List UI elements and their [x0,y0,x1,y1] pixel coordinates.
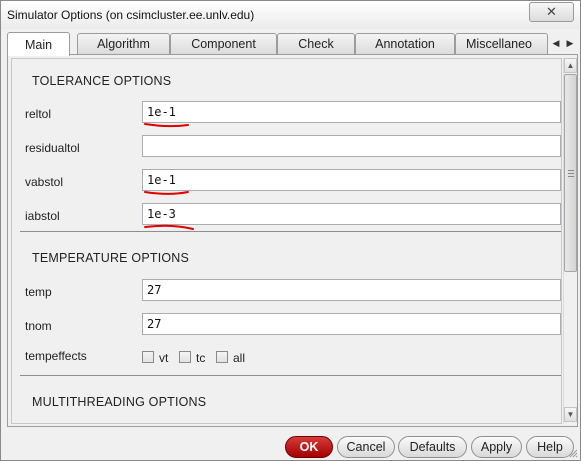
temp-label: temp [25,285,52,299]
simulator-options-dialog: Simulator Options (on csimcluster.ee.unl… [0,0,581,461]
iabstol-field[interactable]: 1e-3 [142,203,561,230]
apply-button[interactable]: Apply [471,436,522,458]
tnom-field[interactable]: 27 [142,313,561,335]
window-title: Simulator Options (on csimcluster.ee.unl… [7,8,255,22]
tab-main[interactable]: Main [7,32,70,56]
reltol-value: 1e-1 [147,105,176,119]
tnom-label: tnom [25,319,52,333]
tab-algorithm[interactable]: Algorithm [77,33,170,54]
vt-checkbox[interactable] [142,351,154,363]
cancel-button[interactable]: Cancel [337,436,395,458]
scrollbar-thumb[interactable] [564,74,577,272]
vt-label: vt [159,351,169,365]
scroll-up-icon[interactable]: ▲ [564,58,577,73]
reltol-label: reltol [25,107,52,121]
resize-grip-icon[interactable] [568,448,578,458]
residualtol-label: residualtol [25,141,80,155]
tab-bar: Main Algorithm Component Check Annotatio… [7,32,578,56]
options-scroll-area[interactable]: TOLERANCE OPTIONS reltol 1e-1 residualto… [11,58,562,424]
section-divider [20,231,561,232]
all-checkbox[interactable] [216,351,228,363]
tab-miscellaneous[interactable]: Miscellaneo [455,33,548,54]
temp-field[interactable]: 27 [142,279,561,301]
close-button[interactable]: ✕ [529,2,574,22]
vertical-scrollbar[interactable]: ▲ ▼ [563,58,577,424]
residualtol-field[interactable] [142,135,561,157]
tab-scroll-right-icon[interactable]: ▶ [565,35,575,51]
vabstol-red-underline [144,191,189,195]
thumb-grip-line [568,176,574,177]
reltol-field[interactable]: 1e-1 [142,101,561,128]
vabstol-value: 1e-1 [147,173,176,187]
title-bar[interactable]: Simulator Options (on csimcluster.ee.unl… [1,1,580,29]
ok-button[interactable]: OK [285,436,333,458]
tab-check[interactable]: Check [277,33,355,54]
reltol-red-underline [144,123,189,128]
main-tab-panel: TOLERANCE OPTIONS reltol 1e-1 residualto… [7,54,578,427]
temperature-section-title: TEMPERATURE OPTIONS [32,251,190,265]
help-button[interactable]: Help [526,436,574,458]
defaults-button[interactable]: Defaults [398,436,467,458]
tolerance-section-title: TOLERANCE OPTIONS [32,74,172,88]
iabstol-value: 1e-3 [147,207,176,221]
tnom-value: 27 [147,317,162,331]
section-divider [20,375,561,376]
all-label: all [233,351,246,365]
tc-label: tc [196,351,206,365]
vabstol-label: vabstol [25,175,64,189]
temp-value: 27 [147,283,162,297]
close-icon: ✕ [546,4,557,19]
tab-scroll-left-icon[interactable]: ◀ [551,35,561,51]
tempeffects-label: tempeffects [25,349,87,363]
tab-annotation[interactable]: Annotation [355,33,455,54]
iabstol-label: iabstol [25,209,60,223]
thumb-grip-line [568,170,574,171]
tab-component[interactable]: Component [170,33,277,54]
scroll-down-icon[interactable]: ▼ [564,407,577,422]
multithreading-section-title: MULTITHREADING OPTIONS [32,395,207,409]
tc-checkbox[interactable] [179,351,191,363]
vabstol-field[interactable]: 1e-1 [142,169,561,195]
thumb-grip-line [568,173,574,174]
